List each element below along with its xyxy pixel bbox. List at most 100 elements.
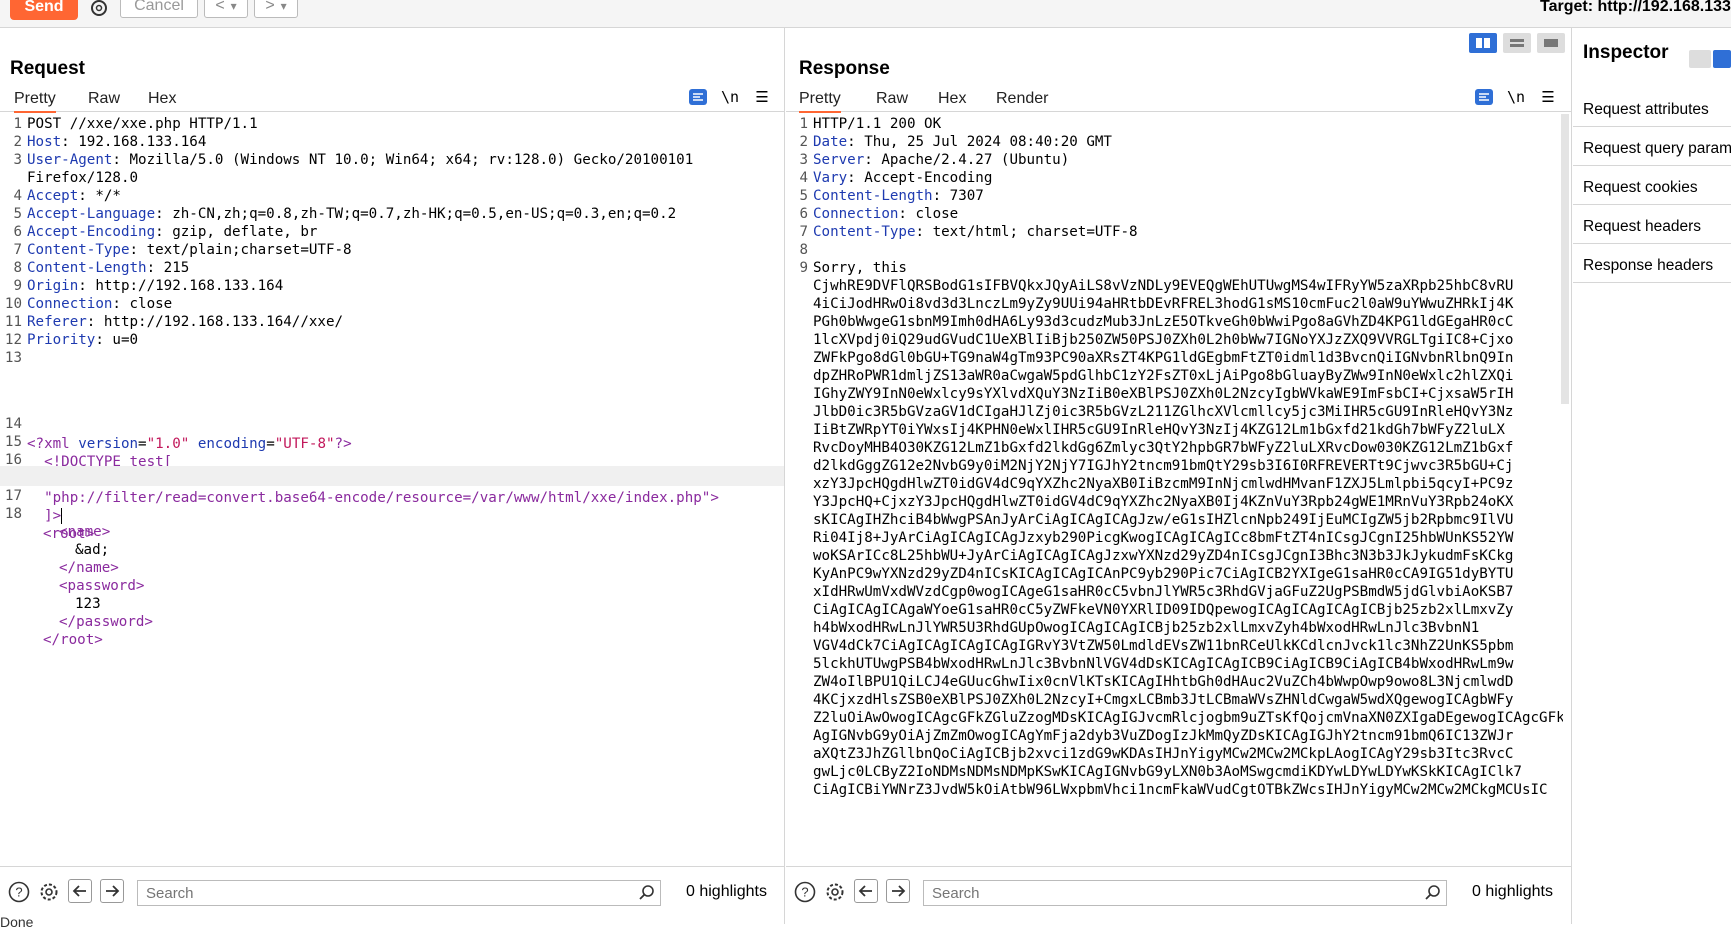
send-button[interactable]: Send: [10, 0, 78, 20]
status-bar: Done: [0, 914, 33, 930]
code-line: 11Referer: http://192.168.133.164//xxe/: [0, 312, 784, 332]
response-title: Response: [799, 58, 890, 80]
previous-match-arrow-icon[interactable]: [68, 879, 92, 903]
request-search-input[interactable]: [137, 880, 661, 906]
response-body-line: Ri04Ij8+JyArCiAgICAgICAgJzxyb290PicgKwog…: [786, 528, 1571, 548]
previous-match-arrow-icon[interactable]: [854, 879, 878, 903]
next-match-arrow-icon[interactable]: [100, 879, 124, 903]
response-body-text: h4bWxodHRwLnJlYWR5U3RhdGUpOwogICAgICAgIC…: [813, 618, 1563, 638]
line-number: 2: [786, 132, 808, 152]
tab-response-render[interactable]: Render: [996, 90, 1048, 108]
top-toolbar: Send Cancel < ▾ > ▾ Target: http://192.1…: [0, 0, 1731, 28]
response-body-text: AgIGNvbG9yOiAjZmZmOwogICAgYmFja2dyb3VuZD…: [813, 726, 1563, 746]
line-number: 1: [0, 114, 22, 134]
line-number: 2: [0, 132, 22, 152]
tab-response-pretty[interactable]: Pretty: [799, 90, 841, 113]
line-number: 6: [786, 204, 808, 224]
response-body-text: IiBtZWRpYT0iYWxsIj4KPHN0eWxlIHR5cGU9InRl…: [813, 420, 1563, 440]
tab-response-raw[interactable]: Raw: [876, 90, 908, 108]
inspector-layout-active-icon[interactable]: [1713, 50, 1731, 68]
line-number: 12: [0, 330, 22, 350]
header-value: : Apache/2.4.27 (Ubuntu): [864, 152, 1069, 168]
code-line: 18 <root>: [0, 484, 784, 504]
response-body-text: CiAgICBiYWNrZ3JvdW5kOiAtbW96LWxpbmVhci1n…: [813, 780, 1563, 800]
inspector-request-cookies[interactable]: Request cookies: [1573, 166, 1731, 205]
response-search-input[interactable]: [923, 880, 1447, 906]
response-body-text: RvcDoyMHB4O30KZG12LmZ1bGxfd2lkdGg6Zmlyc3…: [813, 438, 1563, 458]
response-body-text: CiAgICAgICAgaWYoeG1saHR0cC5yZWFkeVN0YXRl…: [813, 600, 1563, 620]
response-body-text: xIdHRwUmVxdWVzdCgp0wogICAgeG1saHR0cC5vbn…: [813, 582, 1563, 602]
response-body-text: 4iCiJodHRwOi8vd3d3LnczLm9yZy9UUi94aHRtbD…: [813, 294, 1563, 314]
code-line: 3 Server: Apache/2.4.27 (Ubuntu): [786, 150, 1571, 170]
newline-toggle-icon[interactable]: \n: [718, 86, 742, 108]
header-value: : Thu, 25 Jul 2024 08:40:20 GMT: [847, 134, 1112, 150]
response-editor[interactable]: 1HTTP/1.1 200 OK2Date: Thu, 25 Jul 2024 …: [786, 114, 1571, 866]
code-line: 3User-Agent: Mozilla/5.0 (Windows NT 10.…: [0, 150, 784, 170]
header-value: : gzip, deflate, br: [155, 224, 317, 240]
code-line: 1POST //xxe/xxe.php HTTP/1.1: [0, 114, 784, 134]
inspector-title: Inspector: [1583, 42, 1669, 64]
line-number: 9: [0, 276, 22, 296]
header-name: Accept-Encoding: [27, 224, 155, 240]
line-number: 3: [786, 150, 808, 170]
help-icon[interactable]: ?: [6, 879, 32, 905]
pretty-print-icon[interactable]: [1472, 86, 1496, 108]
response-body-line: RvcDoyMHB4O30KZG12LmZ1bGxfd2lkdGg6Zmlyc3…: [786, 438, 1571, 458]
target-label[interactable]: Target: http://192.168.133: [1540, 0, 1731, 16]
inspector-layout-icon[interactable]: [1689, 50, 1711, 68]
tab-response-hex[interactable]: Hex: [938, 90, 966, 108]
header-name: Accept-Language: [27, 206, 155, 222]
header-name: Vary: [813, 170, 847, 186]
search-settings-gear-icon[interactable]: [36, 879, 62, 905]
header-value: : zh-CN,zh;q=0.8,zh-TW;q=0.7,zh-HK;q=0.5…: [155, 206, 676, 222]
response-body-text: CjwhRE9DVFlQRSBodG1sIFBVQkxJQyAiLS8vVzND…: [813, 276, 1563, 296]
response-body-line: xIdHRwUmVxdWVzdCgp0wogICAgeG1saHR0cC5vbn…: [786, 582, 1571, 602]
header-value: : close: [898, 206, 958, 222]
code-line: "php://filter/read=convert.base64-encode…: [0, 448, 784, 468]
cancel-button[interactable]: Cancel: [120, 0, 198, 18]
next-match-arrow-icon[interactable]: [886, 879, 910, 903]
back-label: <: [215, 0, 224, 15]
forward-dropdown-icon[interactable]: ▾: [281, 0, 287, 13]
header-value: : u=0: [95, 332, 138, 348]
tab-request-hex[interactable]: Hex: [148, 90, 176, 108]
search-settings-gear-icon[interactable]: [822, 879, 848, 905]
code-line: 13: [0, 348, 784, 368]
inspector-request-headers[interactable]: Request headers: [1573, 205, 1731, 244]
split-view-columns-icon[interactable]: [1469, 33, 1497, 53]
tabbed-view-icon[interactable]: [1537, 33, 1565, 53]
response-scrollbar[interactable]: [1561, 114, 1569, 404]
help-icon[interactable]: ?: [792, 879, 818, 905]
response-body-text: Y3JpcHQ+CjxzY3JpcHQgdHlwZT0idGV4dC9qYXZh…: [813, 492, 1563, 512]
newline-toggle-icon[interactable]: \n: [1504, 86, 1528, 108]
header-name: Server: [813, 152, 864, 168]
line-number: 9: [786, 258, 808, 278]
code-line: 123: [0, 574, 784, 594]
back-dropdown-icon[interactable]: ▾: [231, 0, 237, 13]
line-number: 7: [0, 240, 22, 260]
pretty-print-icon[interactable]: [686, 86, 710, 108]
inspector-response-headers[interactable]: Response headers: [1573, 244, 1731, 283]
code-line: 9Origin: http://192.168.133.164: [0, 276, 784, 296]
inspector-request-attributes[interactable]: Request attributes: [1573, 88, 1731, 127]
forward-button[interactable]: > ▾: [254, 0, 298, 18]
split-view-rows-icon[interactable]: [1503, 33, 1531, 53]
response-body-text: woKSArICc8L25hbWU+JyArCiAgICAgICAgJzxwYX…: [813, 546, 1563, 566]
search-magnifier-icon[interactable]: [1424, 884, 1442, 907]
request-editor[interactable]: 1POST //xxe/xxe.php HTTP/1.12Host: 192.1…: [0, 114, 784, 866]
search-magnifier-icon[interactable]: [638, 884, 656, 907]
inspector-request-query-parameters[interactable]: Request query parameters: [1573, 127, 1731, 166]
menu-icon[interactable]: ☰: [750, 86, 774, 108]
response-body-text: VGV4dCk7CiAgICAgICAgICAgIGRvY3VtZW50Lmdl…: [813, 636, 1563, 656]
line-number: 5: [0, 204, 22, 224]
code-line: 7Content-Type: text/plain;charset=UTF-8: [0, 240, 784, 260]
code-line: 4Accept: */*: [0, 186, 784, 206]
svg-text:?: ?: [15, 885, 22, 900]
tab-request-pretty[interactable]: Pretty: [14, 90, 56, 113]
menu-icon[interactable]: ☰: [1536, 86, 1560, 108]
response-body-line: CiAgICAgICAgaWYoeG1saHR0cC5yZWFkeVN0YXRl…: [786, 600, 1571, 620]
settings-gear-icon[interactable]: [86, 0, 112, 20]
back-button[interactable]: < ▾: [204, 0, 248, 18]
response-body-line: KyAnPC9wYXNzd29yZD4nICsKICAgICAgICAnPC9y…: [786, 564, 1571, 584]
tab-request-raw[interactable]: Raw: [88, 90, 120, 108]
